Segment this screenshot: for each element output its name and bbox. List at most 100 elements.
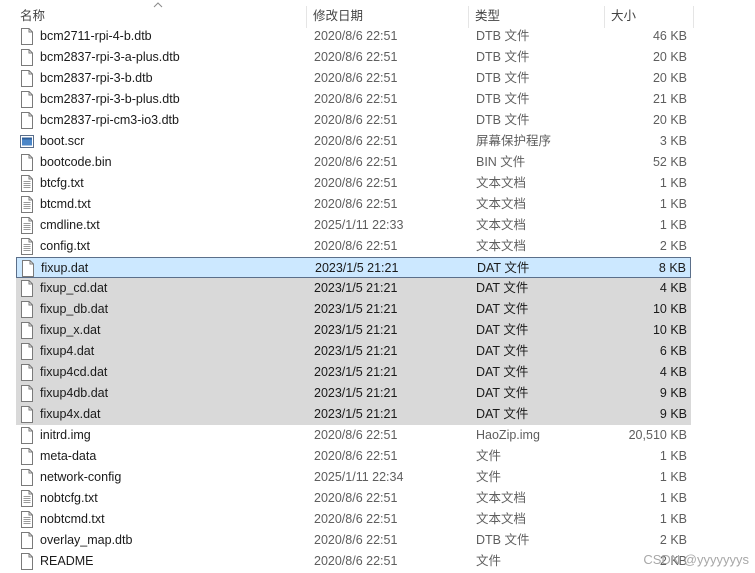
file-row[interactable]: fixup4.dat 2023/1/5 21:21 DAT 文件 6 KB: [16, 341, 691, 362]
file-type: DTB 文件: [476, 533, 530, 547]
file-type: DTB 文件: [476, 50, 530, 64]
file-modified-date: 2023/1/5 21:21: [314, 302, 398, 316]
file-icon: [20, 112, 34, 129]
file-size: 2 KB: [659, 239, 687, 253]
file-row[interactable]: bootcode.bin 2020/8/6 22:51 BIN 文件 52 KB: [16, 152, 691, 173]
watermark: CSDN @yyyyyyys: [643, 552, 749, 567]
file-row[interactable]: fixup4x.dat 2023/1/5 21:21 DAT 文件 9 KB: [16, 404, 691, 425]
file-row[interactable]: nobtcfg.txt 2020/8/6 22:51 文本文档 1 KB: [16, 488, 691, 509]
file-modified-date: 2020/8/6 22:51: [314, 71, 398, 85]
file-name: README: [40, 554, 94, 568]
file-row[interactable]: fixup.dat 2023/1/5 21:21 DAT 文件 8 KB: [16, 257, 691, 278]
file-icon: [21, 260, 35, 277]
file-size: 9 KB: [659, 407, 687, 421]
file-icon: [20, 532, 34, 549]
file-icon: [20, 280, 34, 297]
text-file-icon: [20, 490, 34, 507]
file-size: 1 KB: [659, 512, 687, 526]
file-row[interactable]: btcmd.txt 2020/8/6 22:51 文本文档 1 KB: [16, 194, 691, 215]
file-modified-date: 2023/1/5 21:21: [315, 261, 399, 275]
file-size: 1 KB: [659, 449, 687, 463]
file-modified-date: 2020/8/6 22:51: [314, 176, 398, 190]
file-row[interactable]: initrd.img 2020/8/6 22:51 HaoZip.img 20,510…: [16, 425, 691, 446]
file-name: initrd.img: [40, 428, 91, 442]
column-header-type[interactable]: 类型: [469, 4, 604, 28]
file-name: fixup_cd.dat: [40, 281, 108, 295]
file-name: bcm2711-rpi-4-b.dtb: [40, 29, 152, 43]
file-row[interactable]: bcm2837-rpi-3-b-plus.dtb 2020/8/6 22:51 DT…: [16, 89, 691, 110]
file-name: nobtcfg.txt: [40, 491, 98, 505]
file-modified-date: 2020/8/6 22:51: [314, 92, 398, 106]
file-row[interactable]: btcfg.txt 2020/8/6 22:51 文本文档 1 KB: [16, 173, 691, 194]
file-type: DAT 文件: [476, 323, 529, 337]
file-type: DAT 文件: [476, 344, 529, 358]
file-size: 4 KB: [659, 365, 687, 379]
file-row[interactable]: config.txt 2020/8/6 22:51 文本文档 2 KB: [16, 236, 691, 257]
text-file-icon: [20, 238, 34, 255]
file-size: 3 KB: [659, 134, 687, 148]
text-file-icon: [20, 511, 34, 528]
file-row[interactable]: cmdline.txt 2025/1/11 22:33 文本文档 1 KB: [16, 215, 691, 236]
file-row[interactable]: network-config 2025/1/11 22:34 文件 1 KB: [16, 467, 691, 488]
file-size: 20,510 KB: [628, 428, 687, 442]
column-separator[interactable]: [693, 6, 694, 28]
file-size: 20 KB: [652, 71, 687, 85]
column-header-date[interactable]: 修改日期: [307, 4, 468, 28]
file-icon: [20, 49, 34, 66]
file-row[interactable]: fixup_x.dat 2023/1/5 21:21 DAT 文件 10 KB: [16, 320, 691, 341]
file-size: 10 KB: [652, 323, 687, 337]
file-icon: [20, 385, 34, 402]
file-row[interactable]: meta-data 2020/8/6 22:51 文件 1 KB: [16, 446, 691, 467]
file-icon: [20, 553, 34, 570]
file-modified-date: 2020/8/6 22:51: [314, 50, 398, 64]
file-size: 6 KB: [659, 344, 687, 358]
file-type: DTB 文件: [476, 92, 530, 106]
file-row[interactable]: bcm2711-rpi-4-b.dtb 2020/8/6 22:51 DTB 文件 4…: [16, 26, 691, 47]
file-row[interactable]: README 2020/8/6 22:51 文件 2 KB: [16, 551, 691, 572]
file-modified-date: 2020/8/6 22:51: [314, 29, 398, 43]
file-modified-date: 2020/8/6 22:51: [314, 155, 398, 169]
file-name: overlay_map.dtb: [40, 533, 133, 547]
file-name: fixup_x.dat: [40, 323, 101, 337]
file-size: 8 KB: [658, 261, 686, 275]
file-row[interactable]: fixup4cd.dat 2023/1/5 21:21 DAT 文件 4 KB: [16, 362, 691, 383]
file-type: DAT 文件: [476, 407, 529, 421]
file-type: 文本文档: [476, 239, 527, 253]
file-size: 46 KB: [652, 29, 687, 43]
column-header-row: 名称 修改日期 类型 大小: [0, 2, 755, 28]
file-name: bcm2837-rpi-3-b-plus.dtb: [40, 92, 180, 106]
file-name: fixup4.dat: [40, 344, 95, 358]
file-name: config.txt: [40, 239, 91, 253]
file-row[interactable]: fixup_cd.dat 2023/1/5 21:21 DAT 文件 4 KB: [16, 278, 691, 299]
file-type: HaoZip.img: [476, 428, 540, 442]
file-row[interactable]: boot.scr 2020/8/6 22:51 屏幕保护程序 3 KB: [16, 131, 691, 152]
file-row[interactable]: nobtcmd.txt 2020/8/6 22:51 文本文档 1 KB: [16, 509, 691, 530]
file-row[interactable]: fixup4db.dat 2023/1/5 21:21 DAT 文件 9 KB: [16, 383, 691, 404]
file-modified-date: 2023/1/5 21:21: [314, 323, 398, 337]
file-type: DTB 文件: [476, 113, 530, 127]
file-size: 2 KB: [659, 533, 687, 547]
file-type: BIN 文件: [476, 155, 526, 169]
file-type: DAT 文件: [476, 302, 529, 316]
file-row[interactable]: fixup_db.dat 2023/1/5 21:21 DAT 文件 10 KB: [16, 299, 691, 320]
file-icon: [20, 364, 34, 381]
column-header-size[interactable]: 大小: [605, 4, 693, 28]
file-icon: [20, 448, 34, 465]
column-header-name[interactable]: 名称: [14, 4, 306, 28]
file-size: 1 KB: [659, 491, 687, 505]
file-modified-date: 2020/8/6 22:51: [314, 428, 398, 442]
file-size: 1 KB: [659, 470, 687, 484]
file-row[interactable]: bcm2837-rpi-3-b.dtb 2020/8/6 22:51 DTB 文件 2…: [16, 68, 691, 89]
file-size: 10 KB: [652, 302, 687, 316]
text-file-icon: [20, 196, 34, 213]
file-icon: [20, 70, 34, 87]
file-type: DAT 文件: [477, 261, 530, 275]
file-name: bcm2837-rpi-cm3-io3.dtb: [40, 113, 179, 127]
file-row[interactable]: bcm2837-rpi-cm3-io3.dtb 2020/8/6 22:51 DTB…: [16, 110, 691, 131]
file-row[interactable]: bcm2837-rpi-3-a-plus.dtb 2020/8/6 22:51 DT…: [16, 47, 691, 68]
file-row[interactable]: overlay_map.dtb 2020/8/6 22:51 DTB 文件 2 KB: [16, 530, 691, 551]
file-name: bcm2837-rpi-3-b.dtb: [40, 71, 153, 85]
file-type: 文件: [476, 554, 502, 568]
file-icon: [20, 91, 34, 108]
file-icon: [20, 427, 34, 444]
